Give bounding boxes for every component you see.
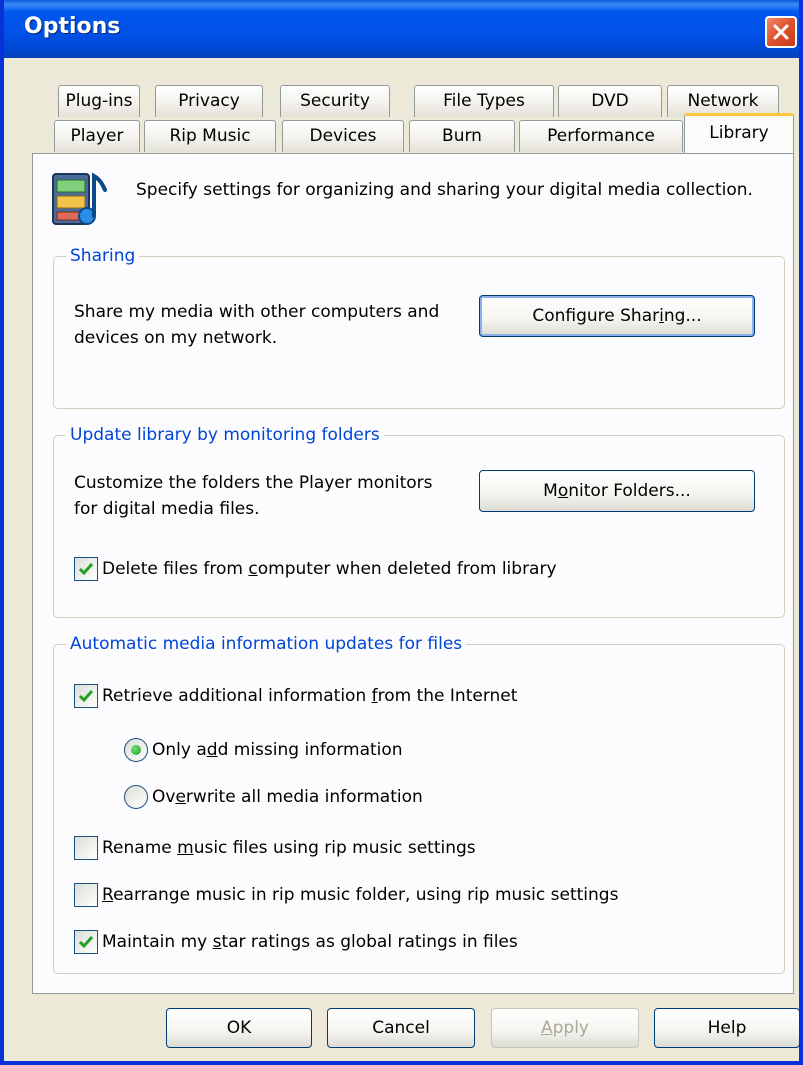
label-part: ng... [663, 306, 702, 326]
retrieve-info-label: Retrieve additional information from the… [102, 683, 517, 709]
tab-player[interactable]: Player [54, 120, 140, 152]
rename-files-label: Rename music files using rip music setti… [102, 835, 476, 861]
checkmark-icon [78, 690, 94, 703]
label-part: rom the Internet [377, 686, 518, 706]
label-accelerator: R [102, 885, 114, 905]
label-accelerator: c [248, 559, 258, 579]
label-accelerator: e [175, 787, 186, 807]
monitor-legend: Update library by monitoring folders [66, 422, 384, 448]
options-dialog: Options Plug-ins Privacy Security File T… [0, 0, 803, 1065]
library-tab-panel: Specify settings for organizing and shar… [32, 153, 794, 994]
monitor-folders-group: Update library by monitoring folders Cus… [53, 422, 785, 618]
star-ratings-checkbox-row[interactable]: Maintain my star ratings as global ratin… [74, 929, 518, 955]
label-part: earrange music in rip music folder, usin… [113, 885, 619, 905]
monitor-description: Customize the folders the Player monitor… [74, 473, 433, 519]
monitor-folders-button[interactable]: Monitor Folders... [479, 470, 755, 512]
label-part: usic files using rip music settings [193, 838, 476, 858]
overwrite-all-label: Overwrite all media information [152, 784, 423, 810]
label-part: omputer when deleted from library [257, 559, 557, 579]
label-part: Retrieve additional information [102, 686, 372, 706]
media-library-icon [52, 172, 107, 225]
title-bar[interactable]: Options [4, 0, 799, 58]
sharing-group: Sharing Share my media with other comput… [53, 243, 785, 409]
only-missing-label: Only add missing information [152, 737, 403, 763]
label-part: Rename [102, 838, 178, 858]
label-accelerator: o [557, 481, 569, 501]
rename-files-checkbox[interactable] [74, 836, 98, 860]
checkmark-icon [78, 936, 94, 949]
tab-burn[interactable]: Burn [409, 120, 515, 152]
configure-sharing-button[interactable]: Configure Sharing... [479, 295, 755, 337]
window-title: Options [24, 14, 121, 39]
delete-files-checkbox-row[interactable]: Delete files from computer when deleted … [74, 556, 557, 582]
label-part: Only a [152, 740, 207, 760]
label-part: Delete files from [102, 559, 249, 579]
intro-description: Specify settings for organizing and shar… [136, 180, 753, 200]
label-part: Configure Shar [532, 306, 660, 326]
close-button[interactable] [765, 16, 797, 48]
label-part: rwrite all media information [185, 787, 423, 807]
star-ratings-label: Maintain my star ratings as global ratin… [102, 929, 518, 955]
close-icon [773, 24, 789, 40]
sharing-description: Share my media with other computers and … [74, 302, 440, 348]
tab-security[interactable]: Security [280, 85, 390, 117]
rearrange-music-checkbox-row[interactable]: Rearrange music in rip music folder, usi… [74, 882, 618, 908]
delete-files-label: Delete files from computer when deleted … [102, 556, 557, 582]
checkmark-icon [78, 563, 94, 576]
label-accelerator: d [206, 740, 218, 760]
label-part: d missing information [217, 740, 403, 760]
tab-plug-ins[interactable]: Plug-ins [58, 85, 140, 117]
overwrite-all-radio-row[interactable]: Overwrite all media information [124, 784, 423, 810]
overwrite-all-radio[interactable] [124, 785, 148, 809]
label-part: pply [552, 1018, 589, 1038]
only-missing-radio[interactable] [124, 738, 148, 762]
tab-performance[interactable]: Performance [519, 120, 683, 152]
rearrange-music-label: Rearrange music in rip music folder, usi… [102, 882, 618, 908]
auto-updates-group: Automatic media information updates for … [53, 631, 785, 974]
label-part: Maintain my [102, 932, 213, 952]
apply-label: Apply [541, 1018, 589, 1038]
label-part: M [543, 481, 558, 501]
auto-updates-legend: Automatic media information updates for … [66, 631, 467, 657]
tab-privacy[interactable]: Privacy [155, 85, 263, 117]
star-ratings-checkbox[interactable] [74, 930, 98, 954]
tab-devices[interactable]: Devices [282, 120, 404, 152]
rearrange-music-checkbox[interactable] [74, 883, 98, 907]
label-part: nitor Folders... [568, 481, 691, 501]
label-part: tar ratings as global ratings in files [221, 932, 518, 952]
tab-dvd[interactable]: DVD [558, 85, 662, 117]
retrieve-info-checkbox[interactable] [74, 684, 98, 708]
label-part: Ov [152, 787, 176, 807]
tab-file-types[interactable]: File Types [414, 85, 554, 117]
rename-files-checkbox-row[interactable]: Rename music files using rip music setti… [74, 835, 476, 861]
apply-button[interactable]: Apply [491, 1008, 639, 1048]
configure-sharing-label: Configure Sharing... [532, 306, 701, 326]
tab-rip-music[interactable]: Rip Music [144, 120, 276, 152]
ok-button[interactable]: OK [166, 1008, 312, 1048]
sharing-legend: Sharing [66, 243, 140, 269]
cancel-button[interactable]: Cancel [327, 1008, 475, 1048]
retrieve-info-checkbox-row[interactable]: Retrieve additional information from the… [74, 683, 517, 709]
monitor-folders-label: Monitor Folders... [543, 481, 691, 501]
radio-selected-dot [131, 745, 141, 755]
only-missing-radio-row[interactable]: Only add missing information [124, 737, 403, 763]
label-accelerator: A [540, 1018, 553, 1038]
delete-files-checkbox[interactable] [74, 557, 98, 581]
help-button[interactable]: Help [654, 1008, 800, 1048]
tab-library[interactable]: Library [684, 113, 794, 153]
label-accelerator: m [177, 838, 194, 858]
